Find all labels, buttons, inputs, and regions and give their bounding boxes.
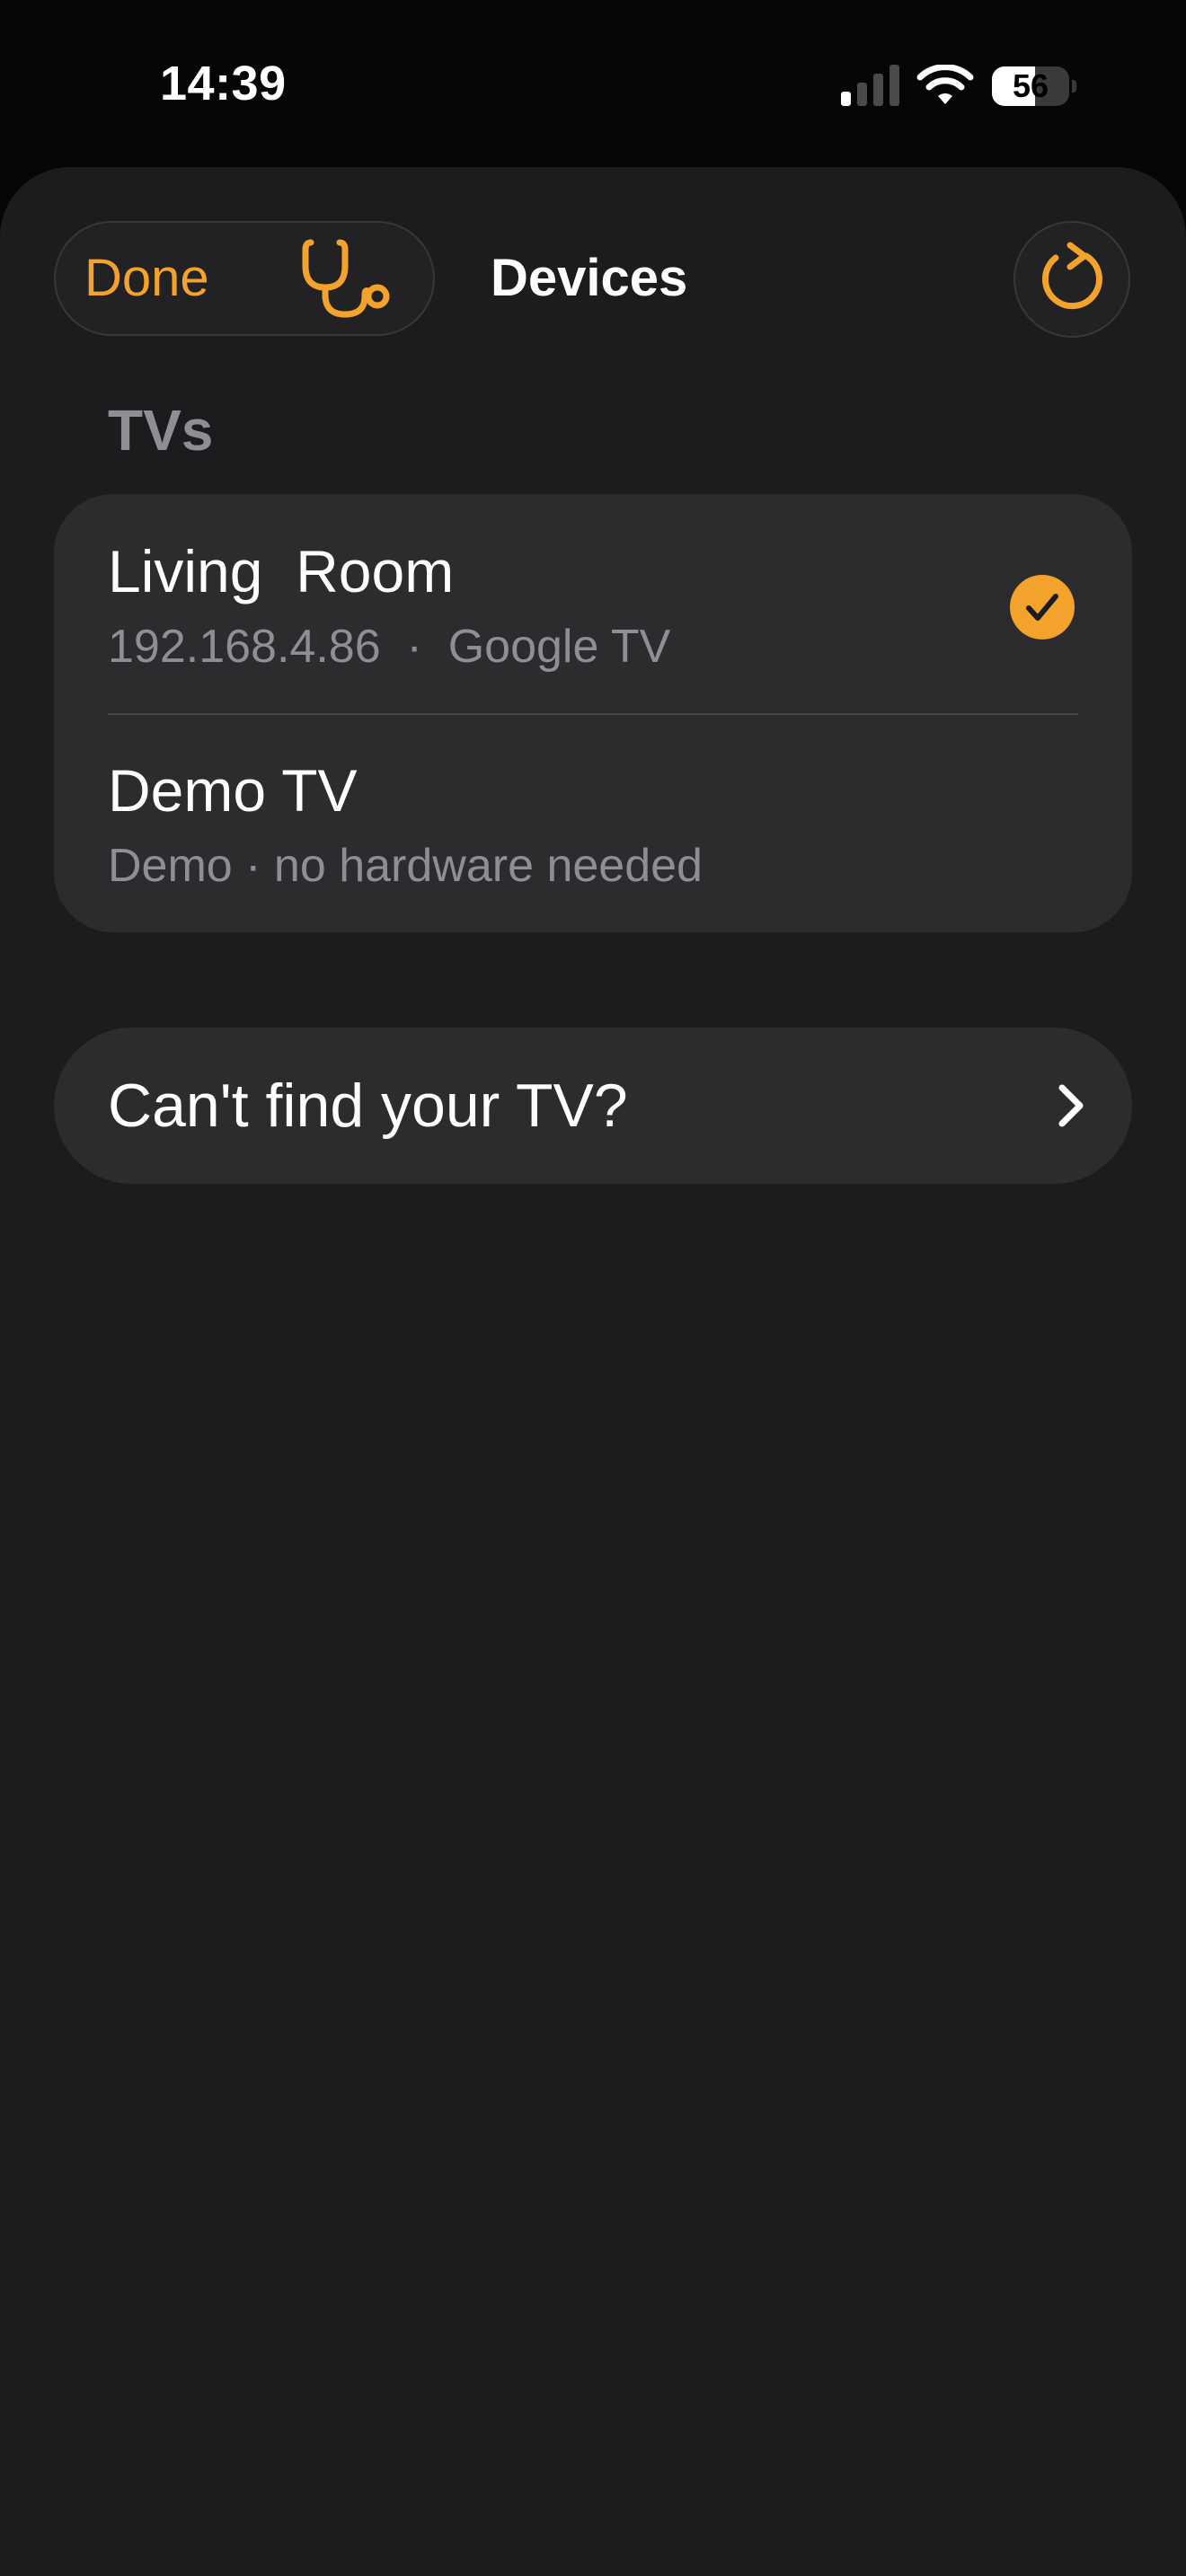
devices-screen: 14:39 56 Done Devices TVs Living Room 19… xyxy=(0,0,1186,2576)
tv-row-living-room[interactable]: Living Room 192.168.4.86 · Google TV xyxy=(54,494,1132,713)
battery-level: 56 xyxy=(1012,67,1049,104)
refresh-icon xyxy=(1041,242,1102,310)
tv-name: Demo TV xyxy=(108,757,358,824)
status-bar: 14:39 56 xyxy=(0,0,1186,162)
page-title: Devices xyxy=(491,249,688,307)
done-button[interactable]: Done xyxy=(84,223,209,334)
checkmark-circle-icon xyxy=(1010,575,1075,640)
tv-row-demo-tv[interactable]: Demo TV Demo · no hardware needed xyxy=(54,713,1132,932)
nav-left-group: Done xyxy=(54,221,435,336)
battery-tip xyxy=(1072,80,1076,93)
signal-icon xyxy=(841,65,899,106)
stethoscope-icon xyxy=(302,239,390,318)
tv-detail: 192.168.4.86 · Google TV xyxy=(108,621,671,673)
devices-sheet: Done Devices TVs Living Room 192.168.4.8… xyxy=(0,167,1186,2576)
help-label: Can't find your TV? xyxy=(108,1072,628,1140)
battery-body: 56 xyxy=(992,66,1069,106)
wifi-icon xyxy=(916,65,974,104)
refresh-button[interactable] xyxy=(1013,221,1130,338)
chevron-right-icon xyxy=(1058,1084,1084,1127)
tv-detail: Demo · no hardware needed xyxy=(108,840,703,892)
diagnostics-button[interactable] xyxy=(298,235,406,322)
battery-icon: 56 xyxy=(992,66,1076,106)
tv-name: Living Room xyxy=(108,538,455,604)
tv-list: Living Room 192.168.4.86 · Google TV Dem… xyxy=(54,494,1132,932)
cant-find-tv-button[interactable]: Can't find your TV? xyxy=(54,1028,1132,1184)
status-time: 14:39 xyxy=(160,57,287,110)
tvs-section-header: TVs xyxy=(108,398,214,463)
